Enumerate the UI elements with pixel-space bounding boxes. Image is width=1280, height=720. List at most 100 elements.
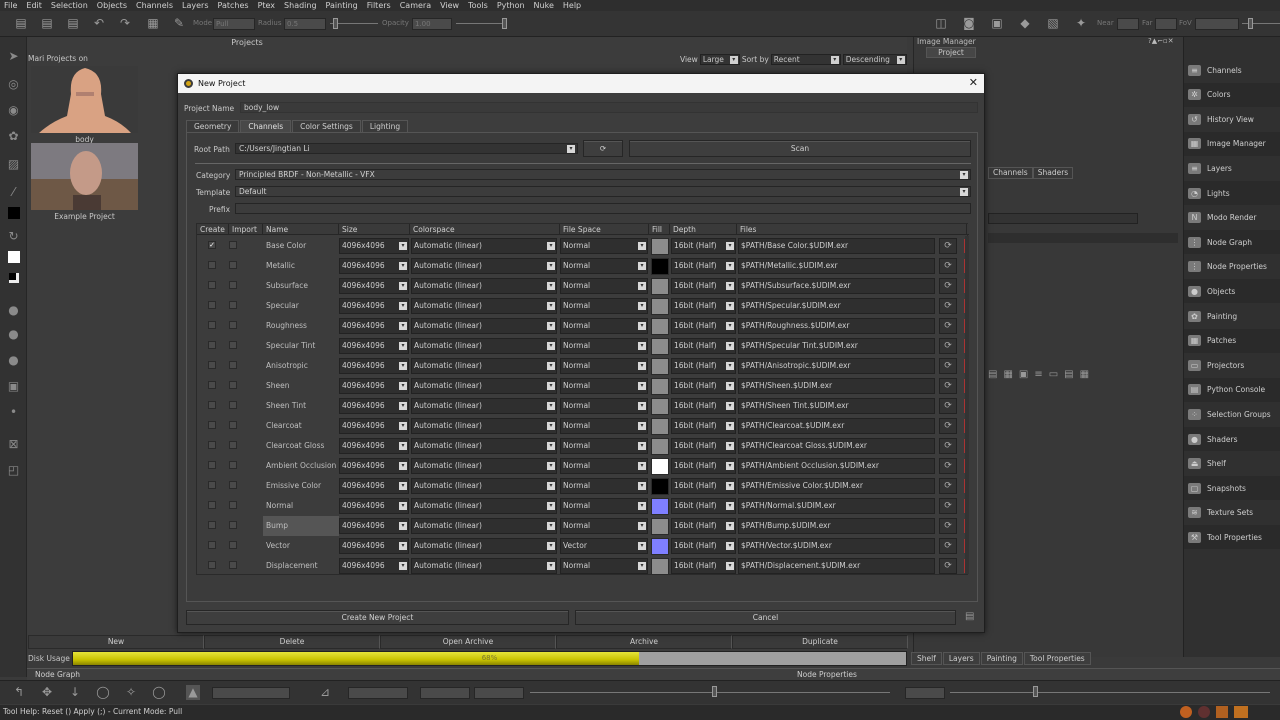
menu-python[interactable]: Python (497, 1, 525, 10)
select-arrow-icon[interactable]: ➤ (6, 49, 21, 64)
menu-selection[interactable]: Selection (51, 1, 88, 10)
import-checkbox[interactable] (229, 381, 237, 389)
project-thumbnail-example[interactable] (31, 143, 138, 210)
timeline-field[interactable] (474, 687, 524, 699)
camera-icon[interactable]: ◙ (962, 16, 976, 31)
dock-item-tool-properties[interactable]: ⚒ Tool Properties (1184, 525, 1280, 550)
table-row[interactable]: Vector 4096x4096 ▾ Automatic (linear) ▾ Vecto… (197, 536, 969, 556)
root-path-select[interactable]: C:/Users/Jingtian Li ▾ (235, 143, 578, 154)
duplicate-button[interactable]: Duplicate (732, 635, 908, 649)
dock-item-colors[interactable]: ✲ Colors (1184, 82, 1280, 107)
template-select[interactable]: Default ▾ (235, 186, 971, 197)
scale-field[interactable] (905, 687, 945, 699)
dock-item-python-console[interactable]: ▤ Python Console (1184, 377, 1280, 402)
radius-field[interactable]: 0.5 (284, 18, 326, 30)
fill-color-swatch[interactable] (651, 458, 669, 475)
fill-color-swatch[interactable] (651, 238, 669, 255)
colorspace-select[interactable]: Automatic (linear) ▾ (411, 558, 557, 574)
import-checkbox[interactable] (229, 361, 237, 369)
panel-controls-icon[interactable]: ?▲⌐▫✕ (1148, 37, 1174, 45)
reload-file-icon[interactable]: ⟳ (939, 558, 957, 574)
mask-icon[interactable]: ⊠ (6, 437, 21, 452)
background-color-swatch[interactable] (9, 273, 19, 283)
create-checkbox[interactable] (208, 541, 216, 549)
create-checkbox[interactable] (208, 501, 216, 509)
import-checkbox[interactable] (229, 401, 237, 409)
save-template-icon[interactable]: ▤ (965, 611, 974, 622)
table-row[interactable]: Clearcoat Gloss 4096x4096 ▾ Automatic (line… (197, 436, 969, 456)
tab-shelf[interactable]: Shelf (911, 652, 942, 665)
create-checkbox[interactable] (208, 561, 216, 569)
colorspace-select[interactable]: Automatic (linear) ▾ (411, 478, 557, 494)
fill-color-swatch[interactable] (651, 418, 669, 435)
create-new-project-button[interactable]: Create New Project (186, 610, 569, 625)
menu-file[interactable]: File (4, 1, 17, 10)
fill-color-swatch[interactable] (651, 278, 669, 295)
table-row[interactable]: ✓ Base Color 4096x4096 ▾ Automatic (linear) ▾… (197, 236, 969, 256)
timeline-slider[interactable] (530, 692, 890, 693)
dock-item-texture-sets[interactable]: ≋ Texture Sets (1184, 501, 1280, 525)
size-select[interactable]: 4096x4096 ▾ (339, 378, 409, 394)
reload-file-icon[interactable]: ⟳ (939, 498, 957, 514)
open-archive-button[interactable]: Open Archive (380, 635, 556, 649)
opacity-slider[interactable] (456, 23, 506, 24)
dock-item-projectors[interactable]: ▭ Projectors (1184, 353, 1280, 377)
fill-color-swatch[interactable] (651, 378, 669, 395)
fov-slider-handle[interactable] (1248, 18, 1253, 29)
filespace-select[interactable]: Normal ▾ (560, 358, 648, 374)
dock-item-shelf[interactable]: ⏏ Shelf (1184, 452, 1280, 476)
eyedropper-icon[interactable]: ⁄ (6, 185, 21, 200)
file-path-input[interactable]: $PATH/Anisotropic.$UDIM.exr (738, 358, 935, 374)
tab-channels[interactable]: Channels (240, 120, 292, 132)
depth-select[interactable]: 16bit (Half) ▾ (671, 358, 736, 374)
project-name-input[interactable]: body_low (240, 102, 978, 113)
dock-item-painting[interactable]: ✿ Painting (1184, 304, 1280, 328)
create-checkbox[interactable] (208, 281, 216, 289)
size-select[interactable]: 4096x4096 ▾ (339, 258, 409, 274)
filespace-select[interactable]: Vector ▾ (560, 538, 648, 554)
size-select[interactable]: 4096x4096 ▾ (339, 558, 409, 574)
file-path-input[interactable]: $PATH/Bump.$UDIM.exr (738, 518, 935, 534)
channel-select[interactable] (348, 687, 408, 699)
fov-field[interactable] (1195, 18, 1239, 30)
reload-file-icon[interactable]: ⟳ (939, 358, 957, 374)
transform-icon[interactable]: ▨ (6, 157, 21, 172)
table-row[interactable]: Emissive Color 4096x4096 ▾ Automatic (linea… (197, 476, 969, 496)
circle-icon[interactable]: ◯ (152, 685, 166, 700)
layer-slider-row[interactable] (988, 233, 1178, 243)
table-row[interactable]: Specular 4096x4096 ▾ Automatic (linear) ▾ Nor… (197, 296, 969, 316)
dock-item-image-manager[interactable]: ▦ Image Manager (1184, 131, 1280, 156)
import-checkbox[interactable] (229, 421, 237, 429)
create-checkbox[interactable] (208, 421, 216, 429)
file-path-input[interactable]: $PATH/Sheen.$UDIM.exr (738, 378, 935, 394)
size-select[interactable]: 4096x4096 ▾ (339, 398, 409, 414)
table-row[interactable]: Displacement 4096x4096 ▾ Automatic (linear)… (197, 556, 969, 576)
column-header-depth[interactable]: Depth (670, 224, 737, 235)
size-select[interactable]: 4096x4096 ▾ (339, 438, 409, 454)
column-header-create[interactable]: Create (197, 224, 229, 235)
menu-channels[interactable]: Channels (136, 1, 173, 10)
file-path-input[interactable]: $PATH/Clearcoat.$UDIM.exr (738, 418, 935, 434)
create-checkbox[interactable] (208, 401, 216, 409)
colorspace-select[interactable]: Automatic (linear) ▾ (411, 538, 557, 554)
filespace-select[interactable]: Normal ▾ (560, 238, 648, 254)
size-select[interactable]: 4096x4096 ▾ (339, 478, 409, 494)
colorspace-select[interactable]: Automatic (linear) ▾ (411, 238, 557, 254)
prefix-input[interactable] (235, 203, 971, 214)
filespace-select[interactable]: Normal ▾ (560, 518, 648, 534)
scale-handle[interactable] (1033, 686, 1038, 697)
filespace-select[interactable]: Normal ▾ (560, 498, 648, 514)
move-icon[interactable]: ✥ (40, 685, 54, 700)
file-path-input[interactable]: $PATH/Subsurface.$UDIM.exr (738, 278, 935, 294)
color-swatch-icon[interactable] (8, 207, 20, 219)
near-field[interactable] (1117, 18, 1139, 30)
paint-through-icon[interactable]: ◉ (6, 103, 21, 118)
table-row[interactable]: Ambient Occlusion 4096x4096 ▾ Automatic (li… (197, 456, 969, 476)
create-checkbox[interactable] (208, 301, 216, 309)
memory-icon[interactable] (1216, 706, 1228, 718)
depth-select[interactable]: 16bit (Half) ▾ (671, 338, 736, 354)
file-path-input[interactable]: $PATH/Base Color.$UDIM.exr (738, 238, 935, 254)
import-checkbox[interactable] (229, 301, 237, 309)
filespace-select[interactable]: Normal ▾ (560, 458, 648, 474)
depth-select[interactable]: 16bit (Half) ▾ (671, 258, 736, 274)
